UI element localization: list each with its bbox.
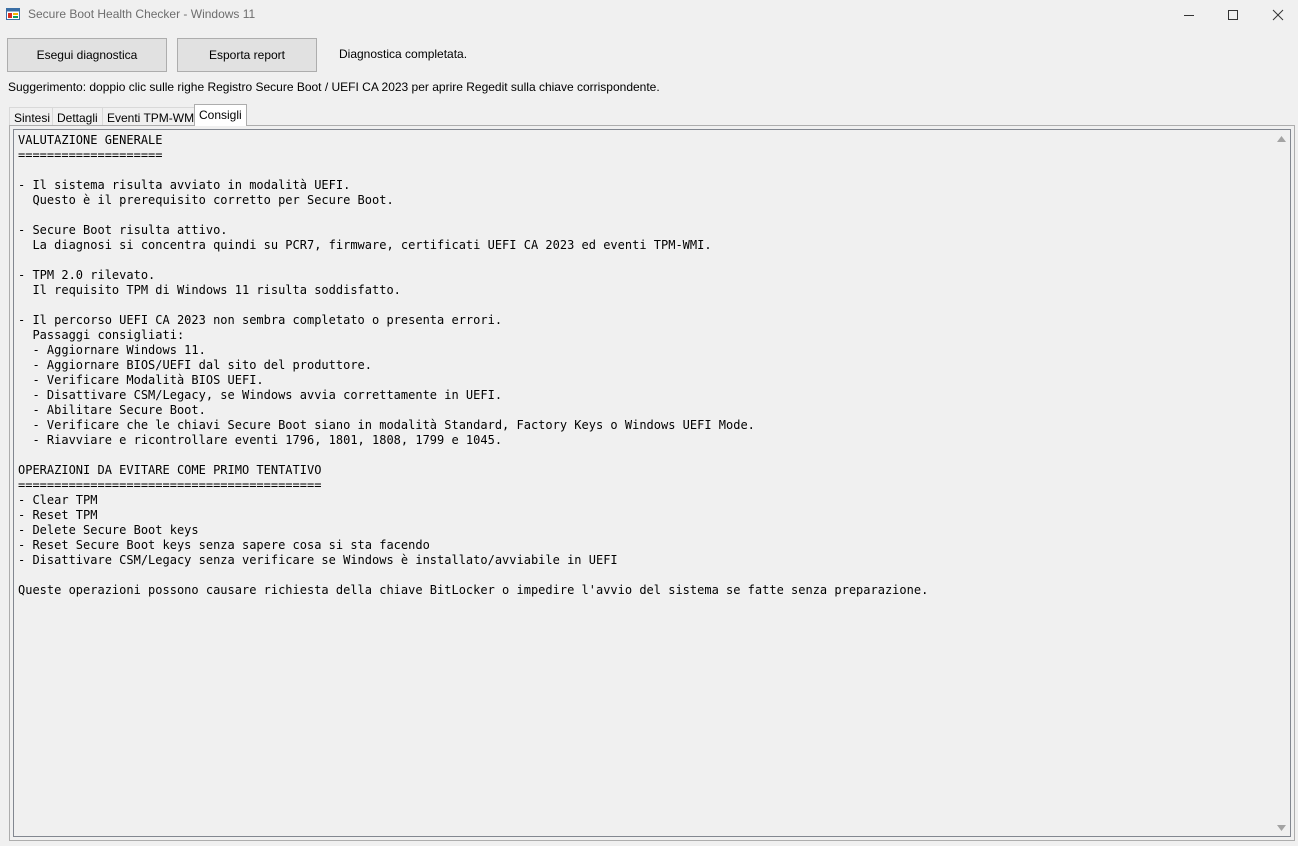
hint-label: Suggerimento: doppio clic sulle righe Re… bbox=[8, 80, 660, 94]
window-title: Secure Boot Health Checker - Windows 11 bbox=[28, 7, 256, 21]
maximize-icon bbox=[1228, 10, 1238, 20]
tab-eventi-tpm-wmi[interactable]: Eventi TPM-WMI bbox=[102, 107, 203, 126]
tab-sintesi[interactable]: Sintesi bbox=[9, 107, 56, 126]
scroll-down-button[interactable] bbox=[1273, 819, 1290, 836]
tab-consigli[interactable]: Consigli bbox=[194, 104, 247, 126]
app-icon bbox=[6, 8, 20, 20]
tab-dettagli[interactable]: Dettagli bbox=[52, 107, 103, 126]
tab-panel: VALUTAZIONE GENERALE ===================… bbox=[9, 125, 1295, 841]
maximize-button[interactable] bbox=[1210, 0, 1256, 30]
scroll-up-button[interactable] bbox=[1273, 130, 1290, 147]
run-diagnostics-button[interactable]: Esegui diagnostica bbox=[7, 38, 167, 72]
vertical-scrollbar[interactable] bbox=[1273, 130, 1290, 836]
title-bar: Secure Boot Health Checker - Windows 11 bbox=[0, 0, 1298, 30]
report-text: VALUTAZIONE GENERALE ===================… bbox=[18, 133, 929, 597]
close-button[interactable] bbox=[1255, 0, 1298, 30]
export-report-button[interactable]: Esporta report bbox=[177, 38, 317, 72]
close-icon bbox=[1272, 9, 1284, 21]
minimize-icon bbox=[1184, 15, 1194, 16]
arrow-down-icon bbox=[1277, 824, 1286, 831]
arrow-up-icon bbox=[1277, 135, 1286, 142]
minimize-button[interactable] bbox=[1166, 0, 1212, 30]
status-label: Diagnostica completata. bbox=[339, 47, 468, 61]
report-textbox[interactable]: VALUTAZIONE GENERALE ===================… bbox=[13, 129, 1291, 837]
